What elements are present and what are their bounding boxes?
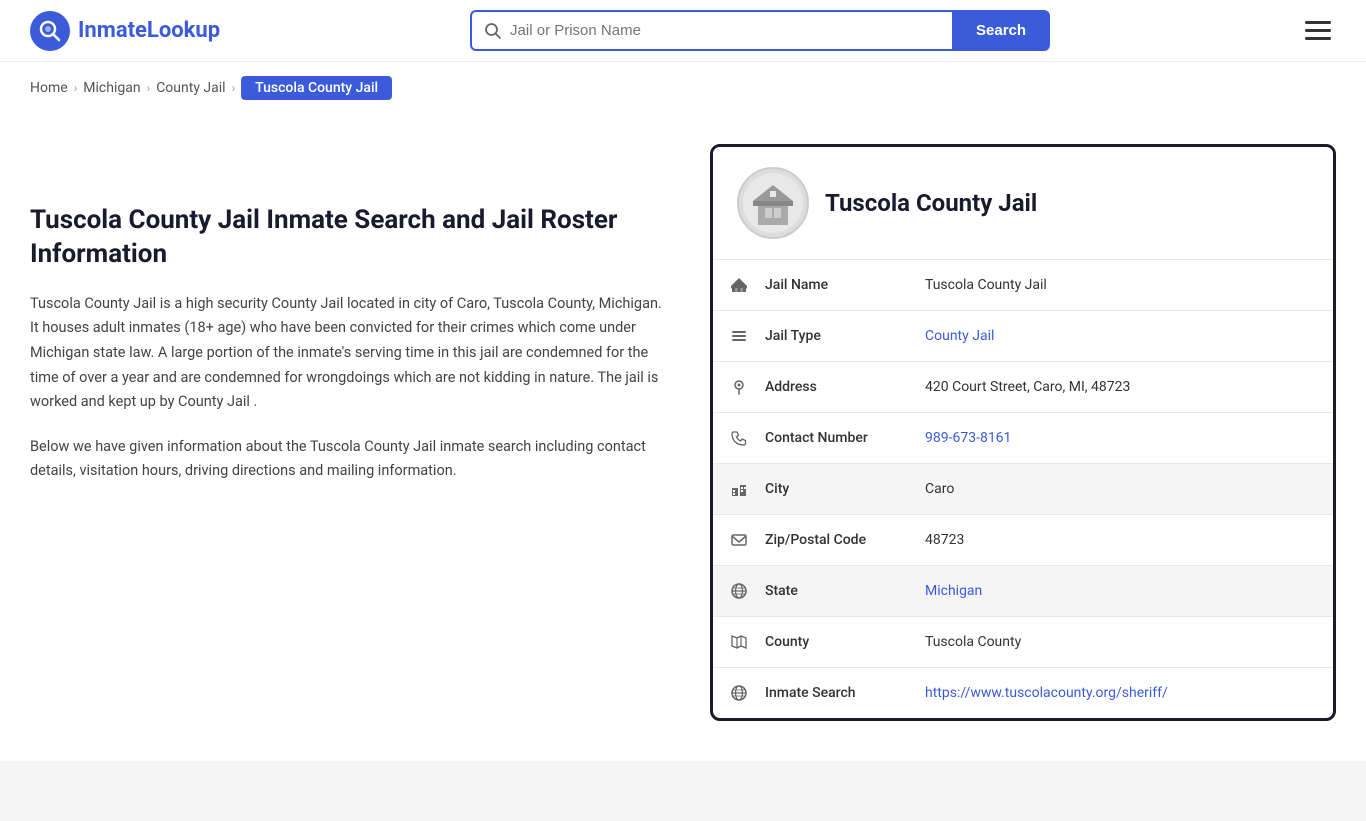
table-row: Jail TypeCounty Jail [713,311,1333,362]
breadcrumb-chevron-3: › [232,81,236,95]
header: InmateLookup Search [0,0,1366,62]
field-value[interactable]: Michigan [925,567,1333,615]
table-row: Jail NameTuscola County Jail [713,260,1333,311]
info-table: Jail NameTuscola County JailJail TypeCou… [713,260,1333,718]
field-icon [713,311,765,361]
logo-text: InmateLookup [78,18,220,43]
field-label: County [765,618,925,666]
field-value: Caro [925,465,1333,513]
field-value[interactable]: https://www.tuscolacounty.org/sheriff/ [925,669,1333,717]
logo-link[interactable]: InmateLookup [30,11,220,51]
breadcrumb-home[interactable]: Home [30,80,68,96]
search-input-wrapper [470,10,952,51]
table-row: Address420 Court Street, Caro, MI, 48723 [713,362,1333,413]
main-content: Tuscola County Jail Inmate Search and Ja… [0,114,1366,761]
jail-card-title: Tuscola County Jail [825,189,1037,217]
jail-card: Tuscola County Jail Jail NameTuscola Cou… [710,144,1336,721]
search-icon [484,22,502,40]
field-icon [713,617,765,667]
field-link[interactable]: Michigan [925,583,982,599]
search-area: Search [470,10,1050,51]
field-label: Jail Type [765,312,925,360]
field-label: Jail Name [765,261,925,309]
field-icon [713,566,765,616]
field-icon [713,464,765,514]
field-icon [713,260,765,310]
table-row: StateMichigan [713,566,1333,617]
field-label: Inmate Search [765,669,925,717]
field-label: State [765,567,925,615]
page-description-1: Tuscola County Jail is a high security C… [30,292,670,415]
table-row: Zip/Postal Code48723 [713,515,1333,566]
left-column: Tuscola County Jail Inmate Search and Ja… [30,144,670,721]
table-row: CountyTuscola County [713,617,1333,668]
search-input[interactable] [510,12,940,49]
field-icon [713,413,765,463]
field-icon [713,668,765,718]
footer-bar [0,761,1366,821]
hamburger-menu[interactable] [1300,16,1336,45]
logo-icon [30,11,70,51]
field-link[interactable]: County Jail [925,328,994,344]
field-label: City [765,465,925,513]
field-icon [713,515,765,565]
field-label: Address [765,363,925,411]
right-column: Tuscola County Jail Jail NameTuscola Cou… [710,144,1336,721]
jail-card-header: Tuscola County Jail [713,147,1333,260]
page-title: Tuscola County Jail Inmate Search and Ja… [30,204,670,272]
table-row: Inmate Searchhttps://www.tuscolacounty.o… [713,668,1333,718]
breadcrumb-chevron-1: › [74,81,78,95]
table-row: CityCaro [713,464,1333,515]
field-value: Tuscola County [925,618,1333,666]
breadcrumb-county-jail[interactable]: County Jail [156,80,225,96]
breadcrumb-michigan[interactable]: Michigan [83,80,140,96]
search-button[interactable]: Search [952,10,1050,51]
field-link[interactable]: https://www.tuscolacounty.org/sheriff/ [925,685,1168,701]
field-value[interactable]: County Jail [925,312,1333,360]
field-value: 420 Court Street, Caro, MI, 48723 [925,363,1333,411]
field-link[interactable]: 989-673-8161 [925,430,1011,446]
field-label: Contact Number [765,414,925,462]
field-value: Tuscola County Jail [925,261,1333,309]
breadcrumb-chevron-2: › [147,81,151,95]
breadcrumb: Home › Michigan › County Jail › Tuscola … [0,62,1366,114]
field-value: 48723 [925,516,1333,564]
table-row: Contact Number989-673-8161 [713,413,1333,464]
breadcrumb-current: Tuscola County Jail [241,76,392,100]
field-icon [713,362,765,412]
jail-avatar [737,167,809,239]
field-value[interactable]: 989-673-8161 [925,414,1333,462]
field-label: Zip/Postal Code [765,516,925,564]
page-description-2: Below we have given information about th… [30,435,670,484]
